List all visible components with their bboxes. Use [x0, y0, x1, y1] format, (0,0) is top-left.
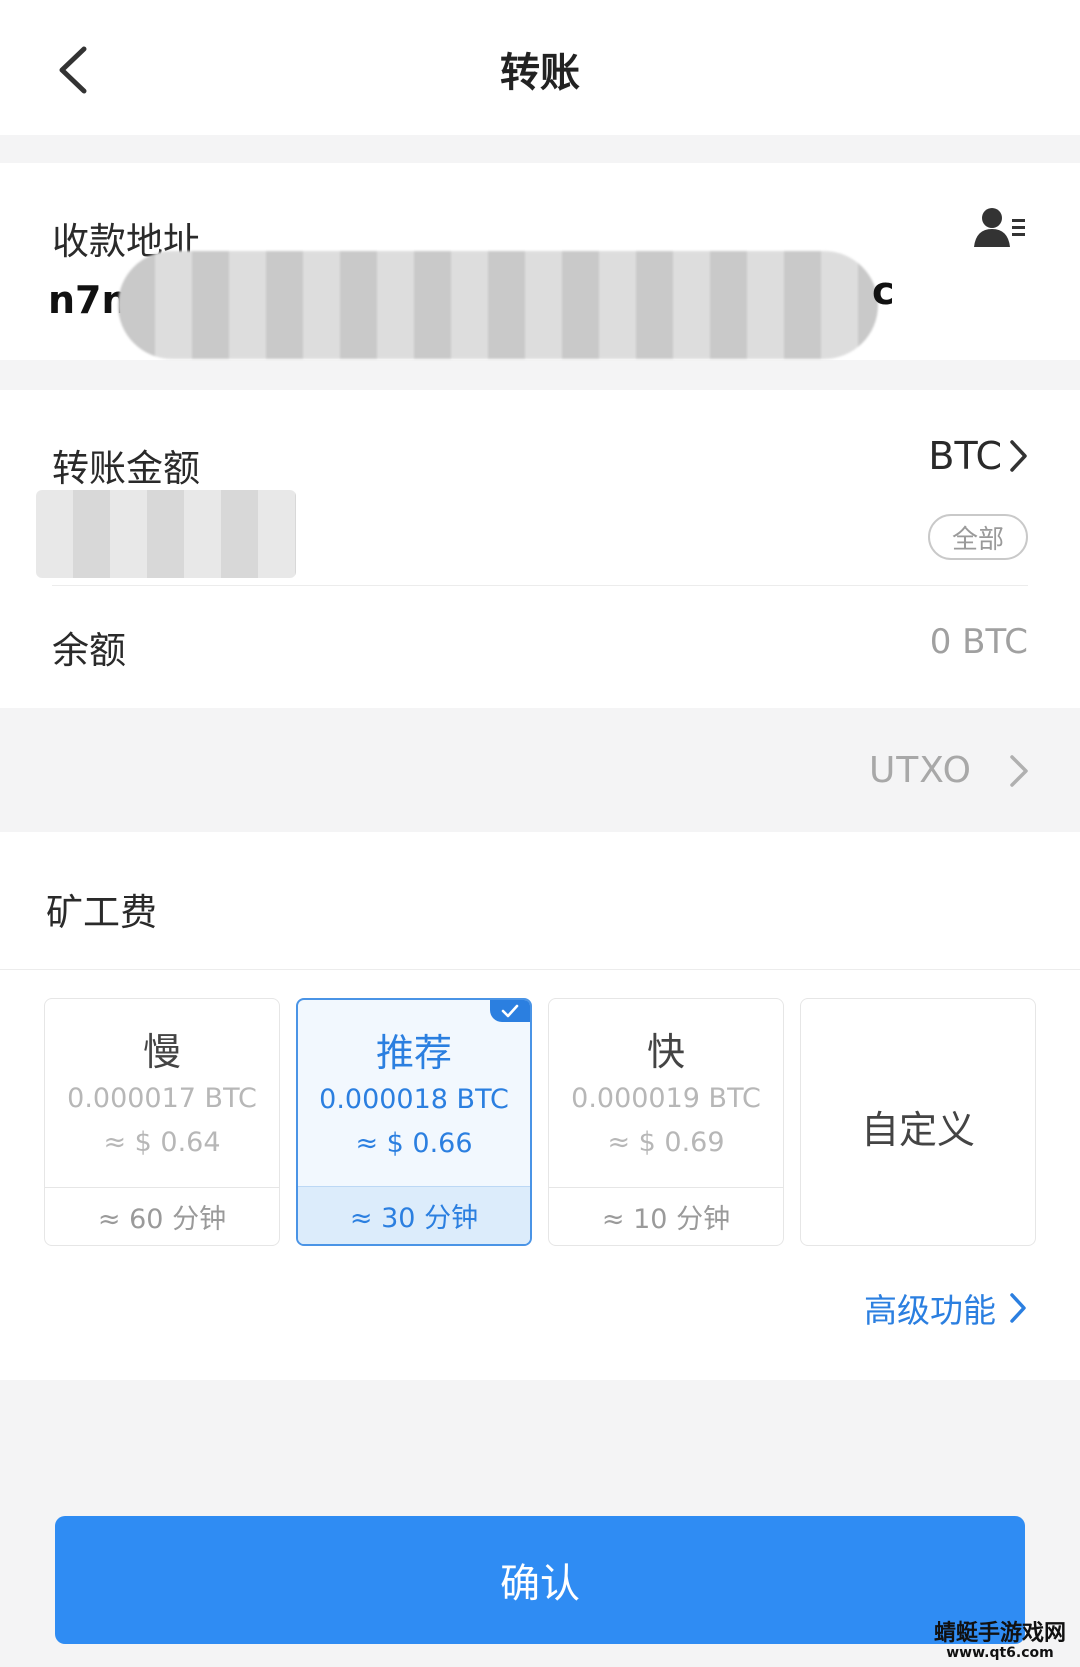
fee-section: 矿工费 慢 0.000017 BTC ≈ $ 0.64 ≈ 60 分钟 推荐 0…: [0, 832, 1080, 1380]
amount-label: 转账金额: [52, 447, 200, 490]
contacts-icon: [974, 208, 1025, 247]
check-icon: [501, 1004, 519, 1018]
balance-label: 余额: [52, 629, 126, 672]
amount-redaction: [36, 490, 296, 578]
all-amount-button[interactable]: 全部: [928, 514, 1028, 560]
address-redaction: [118, 251, 878, 359]
fee-option-usd: ≈ $ 0.64: [103, 1127, 221, 1158]
selected-badge: [490, 1000, 530, 1022]
fee-option-time: ≈ 30 分钟: [298, 1186, 530, 1244]
watermark: 蜻蜓手游戏网 www.qt6.com: [934, 1615, 1066, 1661]
page-title: 转账: [500, 50, 580, 96]
advanced-features-link[interactable]: 高级功能: [864, 1284, 1028, 1332]
coin-selector[interactable]: BTC: [928, 434, 1028, 478]
divider: [52, 585, 1028, 586]
fee-option-name: 快: [646, 1030, 685, 1074]
divider: [0, 969, 1080, 970]
advanced-label: 高级功能: [864, 1291, 996, 1330]
header: 转账: [0, 0, 1080, 135]
chevron-right-icon: [1010, 1293, 1026, 1323]
fee-option-name: 自定义: [860, 1108, 975, 1152]
coin-name: BTC: [928, 434, 1002, 478]
utxo-label: UTXO: [868, 750, 972, 791]
fee-option-time: ≈ 60 分钟: [45, 1187, 279, 1245]
watermark-url: www.qt6.com: [946, 1645, 1054, 1661]
confirm-button[interactable]: 确认: [55, 1516, 1025, 1644]
fee-option-name: 慢: [142, 1030, 181, 1074]
fee-option-btc: 0.000017 BTC: [67, 1083, 257, 1114]
amount-section: 转账金额 BTC 全部 余额 0 BTC: [0, 390, 1080, 708]
fee-option-recommended[interactable]: 推荐 0.000018 BTC ≈ $ 0.66 ≈ 30 分钟: [296, 998, 532, 1246]
fee-option-btc: 0.000019 BTC: [571, 1083, 761, 1114]
transfer-page: 转账 收款地址 c 转账金额 BTC 全部 余额: [0, 0, 1080, 1667]
chevron-right-icon: [1010, 440, 1027, 472]
address-section: 收款地址 c: [0, 163, 1080, 360]
fee-option-usd: ≈ $ 0.69: [607, 1127, 725, 1158]
address-tail: c: [872, 269, 895, 313]
watermark-title: 蜻蜓手游戏网: [933, 1621, 1066, 1646]
fee-option-custom[interactable]: 自定义: [800, 998, 1036, 1246]
balance-value: 0 BTC: [929, 622, 1028, 662]
contacts-button[interactable]: [972, 203, 1028, 253]
fee-options: 慢 0.000017 BTC ≈ $ 0.64 ≈ 60 分钟 推荐 0.000…: [44, 998, 1036, 1246]
fee-option-fast[interactable]: 快 0.000019 BTC ≈ $ 0.69 ≈ 10 分钟: [548, 998, 784, 1246]
fee-option-usd: ≈ $ 0.66: [355, 1128, 473, 1159]
chevron-right-icon: [1010, 755, 1028, 787]
fee-option-name: 推荐: [375, 1031, 452, 1075]
utxo-row[interactable]: UTXO: [0, 710, 1080, 832]
fee-option-btc: 0.000018 BTC: [319, 1084, 509, 1115]
fee-title: 矿工费: [46, 891, 157, 934]
fee-option-time: ≈ 10 分钟: [549, 1187, 783, 1245]
fee-option-slow[interactable]: 慢 0.000017 BTC ≈ $ 0.64 ≈ 60 分钟: [44, 998, 280, 1246]
